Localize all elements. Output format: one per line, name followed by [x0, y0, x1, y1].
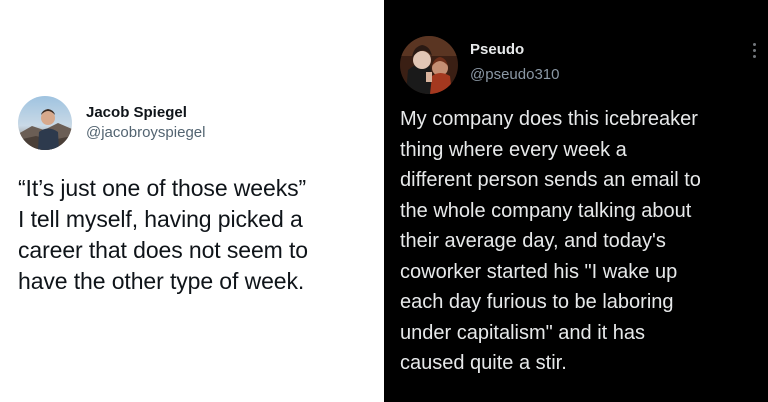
tweet-text-line: thing where every week a	[400, 138, 627, 161]
tweet-text-line: their average day, and today's	[400, 230, 666, 252]
tweet-text-line: “It’s just one of those weeks”	[18, 175, 307, 201]
author-names: Pseudo @pseudo310	[470, 40, 559, 86]
tweet-body: “It’s just one of those weeks” I tell my…	[18, 173, 378, 297]
tweet-text-line: caused quite a stir.	[400, 352, 567, 374]
tweet-comparison: Jacob Spiegel @jacobroyspiegel “It’s jus…	[0, 0, 768, 402]
display-name[interactable]: Jacob Spiegel	[86, 103, 205, 123]
user-avatar-photo-icon	[400, 36, 458, 94]
tweet-text-line: have the other type of week.	[18, 268, 305, 294]
tweet-text-line: the whole company talking about	[400, 199, 692, 222]
tweet-card-left: Jacob Spiegel @jacobroyspiegel “It’s jus…	[0, 0, 384, 402]
tweet-text-line: I tell myself, having picked a	[18, 206, 303, 232]
author-names: Jacob Spiegel @jacobroyspiegel	[86, 103, 205, 143]
more-options-icon[interactable]	[748, 40, 760, 60]
user-handle[interactable]: @jacobroyspiegel	[86, 123, 205, 143]
tweet-text-line: different person sends an email to	[400, 169, 701, 191]
tweet-text-line: My company does this icebreaker	[400, 108, 698, 130]
tweet-card-right: Pseudo @pseudo310 My company does this i…	[384, 0, 768, 402]
avatar[interactable]	[400, 36, 458, 94]
avatar[interactable]	[18, 96, 72, 150]
user-handle[interactable]: @pseudo310	[470, 64, 559, 86]
tweet-text-line: each day furious to be laboring	[400, 291, 674, 313]
tweet-text-line: under capitalism" and it has	[400, 321, 646, 344]
display-name[interactable]: Pseudo	[470, 40, 559, 60]
user-avatar-photo-icon	[18, 96, 72, 150]
tweet-header: Jacob Spiegel @jacobroyspiegel	[18, 96, 205, 150]
tweet-body: My company does this icebreaker thing wh…	[400, 104, 766, 379]
tweet-text-line: coworker started his "I wake up	[400, 260, 678, 283]
tweet-text-line: career that does not seem to	[18, 237, 308, 263]
